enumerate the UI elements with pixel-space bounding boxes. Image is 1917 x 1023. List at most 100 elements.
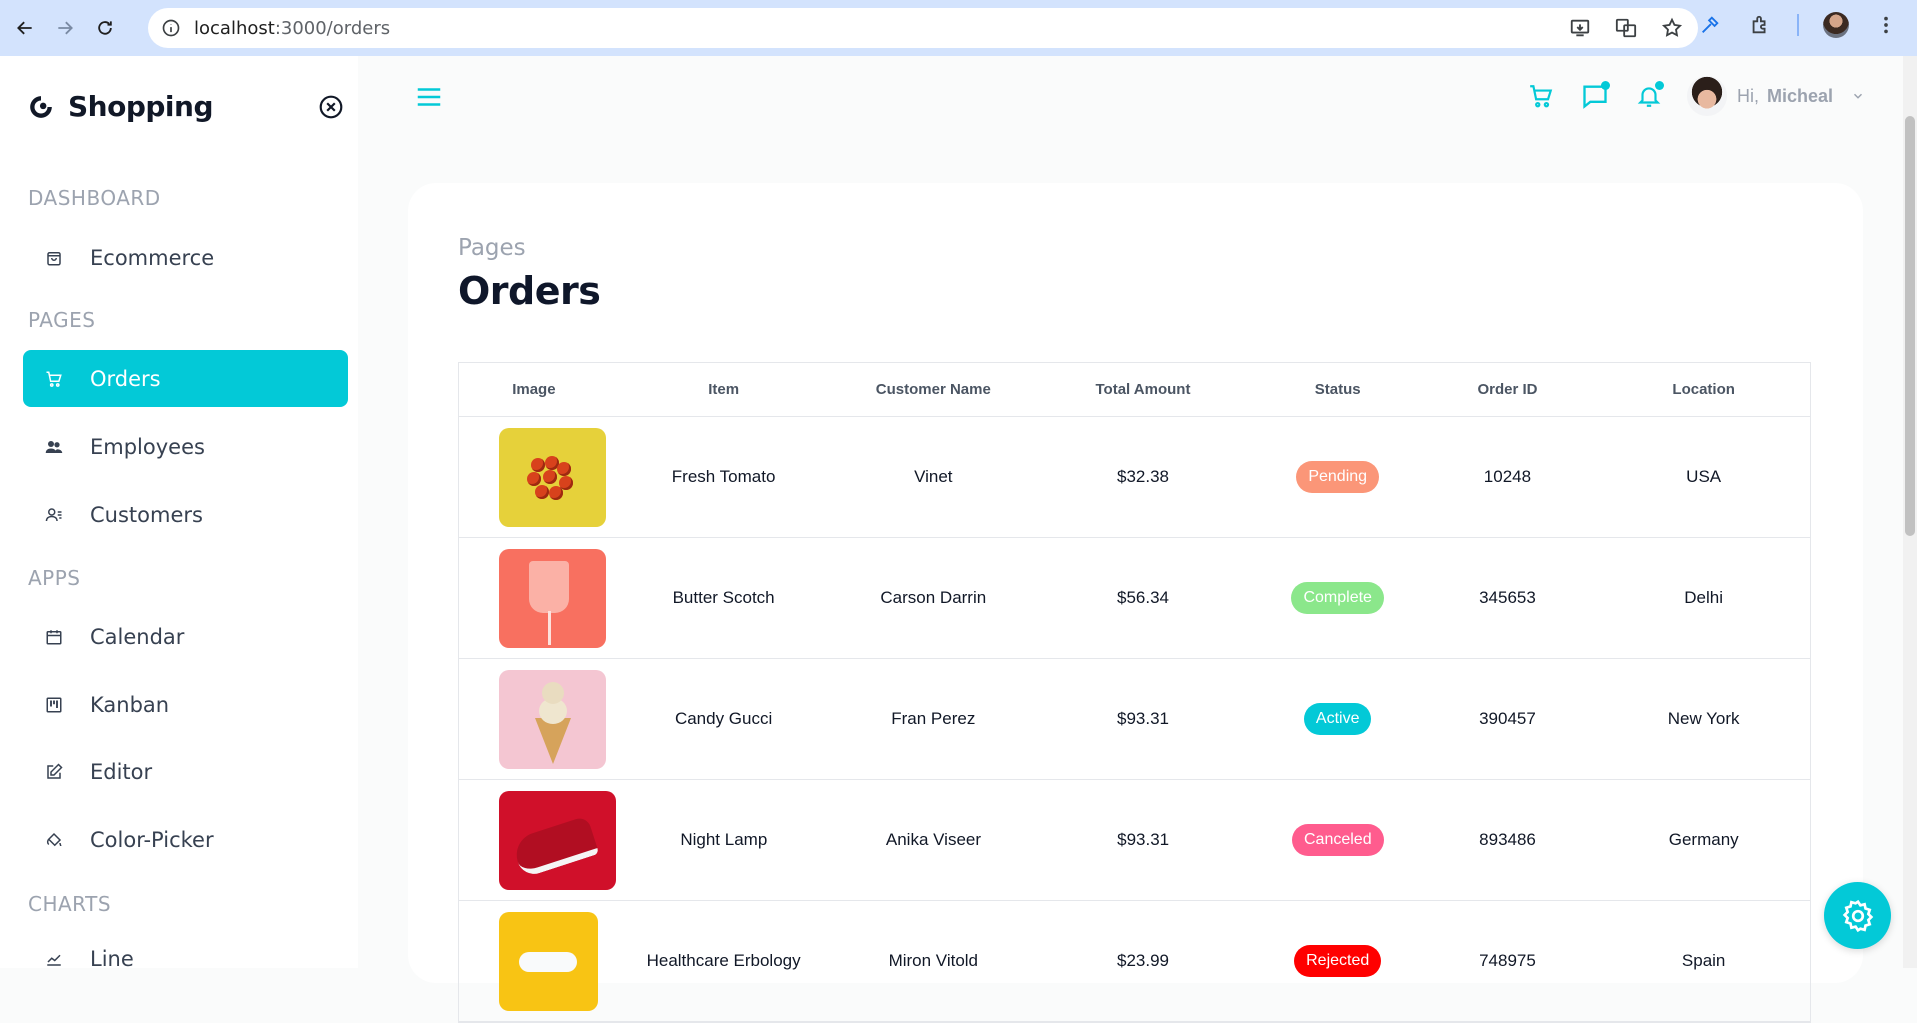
calendar-icon xyxy=(43,626,65,648)
cell-amount: $32.38 xyxy=(1116,467,1169,486)
reload-icon[interactable] xyxy=(90,13,120,43)
site-info-icon[interactable] xyxy=(160,17,182,39)
sidebar-item-customers[interactable]: Customers xyxy=(23,486,348,543)
customers-icon xyxy=(43,504,65,526)
cell-customer: Fran Perez xyxy=(891,709,976,728)
table-row[interactable]: Night Lamp Anika Viseer $93.31 Canceled … xyxy=(459,780,1810,901)
cart-icon xyxy=(1530,85,1553,108)
cell-location: Germany xyxy=(1668,830,1739,849)
product-image-car xyxy=(499,911,598,1011)
section-title-pages: PAGES xyxy=(28,308,96,332)
cell-customer: Anika Viseer xyxy=(885,830,982,849)
table-row[interactable]: Butter Scotch Carson Darrin $56.34 Compl… xyxy=(459,538,1810,659)
sidebar-item-label: Ecommerce xyxy=(90,245,215,270)
cell-customer: Vinet xyxy=(914,467,953,486)
page-scrollbar[interactable] xyxy=(1903,56,1917,968)
page-title: Orders xyxy=(458,269,601,313)
url-text: localhost:3000/orders xyxy=(194,18,390,39)
column-header-order-id[interactable]: Order ID xyxy=(1418,381,1598,398)
cell-item: Night Lamp xyxy=(680,830,768,849)
cell-order-id: 893486 xyxy=(1479,830,1536,849)
extensions-icon[interactable] xyxy=(1747,12,1773,38)
product-image-cup xyxy=(499,548,606,648)
chat-notification-dot xyxy=(1600,81,1610,90)
settings-button[interactable] xyxy=(1824,882,1891,949)
bookmark-star-icon[interactable] xyxy=(1660,16,1684,40)
sidebar-item-label: Kanban xyxy=(90,692,170,717)
sidebar-item-employees[interactable]: Employees xyxy=(23,418,348,475)
sidebar-item-ecommerce[interactable]: Ecommerce xyxy=(23,229,348,286)
cell-amount: $56.34 xyxy=(1116,588,1169,607)
cell-amount: $23.99 xyxy=(1116,951,1169,970)
more-menu-icon[interactable] xyxy=(1873,12,1899,38)
paint-bucket-icon xyxy=(43,829,65,851)
column-header-amount[interactable]: Total Amount xyxy=(1028,381,1258,398)
product-image-shoe xyxy=(499,790,616,890)
notification-dot xyxy=(1654,81,1664,90)
sidebar-item-kanban[interactable]: Kanban xyxy=(23,676,348,733)
sidebar-item-editor[interactable]: Editor xyxy=(23,743,348,800)
column-header-item[interactable]: Item xyxy=(609,381,839,398)
user-profile-menu[interactable]: Hi, Micheal xyxy=(1681,76,1917,116)
app-topbar: Hi, Micheal xyxy=(358,56,1917,136)
eyedropper-icon[interactable] xyxy=(1697,12,1723,38)
sidebar-item-label: Customers xyxy=(90,502,203,527)
cell-order-id: 10248 xyxy=(1483,467,1532,486)
column-header-image[interactable]: Image xyxy=(459,381,609,398)
grid-header: Image Item Customer Name Total Amount St… xyxy=(459,363,1810,417)
orders-card: Pages Orders Image Item Customer Name To… xyxy=(408,183,1863,1023)
notifications-button[interactable] xyxy=(1627,74,1671,118)
translate-icon[interactable] xyxy=(1614,16,1638,40)
column-header-status[interactable]: Status xyxy=(1258,381,1418,398)
menu-icon[interactable] xyxy=(414,82,444,112)
url-host: localhost xyxy=(194,17,275,39)
chat-button[interactable] xyxy=(1573,74,1617,118)
sidebar-item-label: Editor xyxy=(90,759,153,784)
cell-order-id: 390457 xyxy=(1479,709,1536,728)
browser-toolbar: localhost:3000/orders xyxy=(0,0,1917,56)
install-app-icon[interactable] xyxy=(1568,16,1592,40)
page-breadcrumb: Pages xyxy=(458,235,526,261)
status-badge: Rejected xyxy=(1294,945,1382,977)
back-icon[interactable] xyxy=(10,13,40,43)
sidebar-item-label: Color-Picker xyxy=(90,827,214,852)
column-header-customer[interactable]: Customer Name xyxy=(838,381,1028,398)
close-sidebar-icon[interactable] xyxy=(318,94,344,120)
cart-button[interactable] xyxy=(1519,74,1563,118)
table-row[interactable]: Fresh Tomato Vinet $32.38 Pending 10248 … xyxy=(459,417,1810,538)
status-badge: Canceled xyxy=(1292,824,1384,856)
forward-icon[interactable] xyxy=(50,13,80,43)
cell-location: Delhi xyxy=(1684,588,1724,607)
orders-grid: Image Item Customer Name Total Amount St… xyxy=(458,362,1811,1023)
cell-item: Candy Gucci xyxy=(674,709,773,728)
greeting: Hi, xyxy=(1736,85,1759,106)
column-header-location[interactable]: Location xyxy=(1597,381,1810,398)
sidebar-item-line[interactable]: Line xyxy=(23,930,348,968)
cell-location: New York xyxy=(1667,709,1740,728)
scrollbar-thumb[interactable] xyxy=(1905,116,1915,536)
sidebar-item-orders[interactable]: Orders xyxy=(23,350,348,407)
table-row[interactable]: Healthcare Erbology Miron Vitold $23.99 … xyxy=(459,901,1810,1022)
cell-order-id: 748975 xyxy=(1479,951,1536,970)
cell-amount: $93.31 xyxy=(1117,830,1170,849)
table-row[interactable]: Candy Gucci Fran Perez $93.31 Active 390… xyxy=(459,659,1810,780)
employees-icon xyxy=(43,436,65,458)
gear-icon xyxy=(1842,899,1873,932)
brand[interactable]: Shopping xyxy=(28,90,214,123)
sidebar-item-calendar[interactable]: Calendar xyxy=(23,608,348,665)
sidebar-item-color-picker[interactable]: Color-Picker xyxy=(23,811,348,868)
avatar xyxy=(1686,76,1727,116)
status-badge: Complete xyxy=(1291,582,1384,614)
browser-profile-avatar[interactable] xyxy=(1823,12,1849,38)
sidebar-item-label: Employees xyxy=(90,434,205,459)
section-title-dashboard: DASHBOARD xyxy=(28,186,161,210)
address-bar[interactable]: localhost:3000/orders xyxy=(148,8,1698,48)
toolbar-divider xyxy=(1797,14,1799,36)
cell-order-id: 345653 xyxy=(1479,588,1536,607)
product-image-tomato xyxy=(499,427,606,527)
line-chart-icon xyxy=(43,948,65,969)
edit-icon xyxy=(43,761,65,783)
url-path: :3000/orders xyxy=(274,17,391,39)
status-badge: Pending xyxy=(1296,461,1380,493)
cell-amount: $93.31 xyxy=(1116,709,1169,728)
